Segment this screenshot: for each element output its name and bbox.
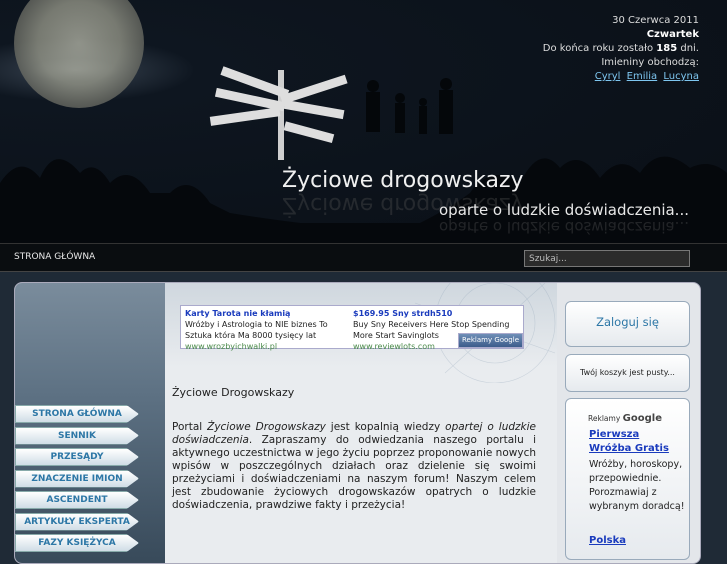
site-subtitle: oparte o ludzkie doświadczenia... (439, 201, 689, 219)
portal-name: Życiowe Drogowskazy (207, 421, 326, 433)
side-ad-text: Wróżby, horoskopy, przepowiednie. Porozm… (589, 459, 685, 512)
days-left: Do końca roku zostało 185 dni. (542, 43, 699, 54)
site-title: Życiowe drogowskazy (282, 168, 524, 193)
search-input[interactable] (524, 250, 690, 267)
top-ad-2-link[interactable]: $169.95 Sny strdh510 (353, 308, 519, 319)
side-menu: STRONA GŁÓWNA SENNIK PRZESĄDY ZNACZENIE … (15, 405, 139, 556)
cart-status: Twój koszyk jest pusty... (565, 354, 690, 392)
nameday-link-cyryl[interactable]: Cyryl (595, 71, 621, 82)
top-ad-1-url: www.wrozbyichwalki.pl (185, 342, 278, 351)
top-ad-banner: Karty Tarota nie kłamią Wróżby i Astrolo… (180, 305, 524, 352)
site-subtitle-reflection: oparte o ludzkie doświadczenia... (439, 218, 689, 236)
side-google-ad: Reklamy Google Pierwsza Wróżba Gratis Wr… (565, 398, 690, 560)
nameday-list: Cyryl Emilia Lucyna (543, 70, 699, 84)
login-button[interactable]: Zaloguj się (565, 301, 690, 347)
top-ad-1-text: Wróżby i Astrologia to NIE biznes To Szt… (185, 320, 328, 340)
content-heading: Życiowe Drogowskazy (172, 386, 295, 399)
nameday-link-lucyna[interactable]: Lucyna (663, 71, 699, 82)
menu-item-ascendant[interactable]: ASCENDENT (15, 491, 139, 509)
family-silhouette (366, 78, 453, 134)
menu-item-dream-book[interactable]: SENNIK (15, 426, 139, 445)
side-ad-link[interactable]: Pierwsza Wróżba Gratis (589, 428, 679, 456)
signpost-illustration (209, 66, 348, 160)
menu-item-home[interactable]: STRONA GŁÓWNA (15, 405, 139, 423)
nameday-link-emilia[interactable]: Emilia (627, 71, 658, 82)
moon-image (14, 0, 144, 108)
top-ad-1-link[interactable]: Karty Tarota nie kłamią (185, 308, 351, 319)
date-info: 30 Czerwca 2011 Czwartek Do końca roku z… (543, 14, 699, 84)
header-banner: 30 Czerwca 2011 Czwartek Do końca roku z… (0, 0, 727, 243)
weekday-text: Czwartek (646, 29, 699, 40)
menu-item-moon-phases[interactable]: FAZY KSIĘŻYCA (15, 534, 139, 552)
menu-item-name-meaning[interactable]: ZNACZENIE IMION (15, 469, 139, 488)
top-navbar: STRONA GŁÓWNA (0, 243, 727, 272)
top-ad-1: Karty Tarota nie kłamią Wróżby i Astrolo… (185, 308, 351, 352)
content-paragraph: Portal Życiowe Drogowskazy jest kopalnią… (172, 421, 537, 511)
ads-by-google-badge[interactable]: Reklamy Google (457, 333, 523, 348)
side-ad-link-2[interactable]: Polska (589, 535, 626, 546)
google-ads-label: Reklamy Google (588, 413, 662, 424)
nameday-label: Imieniny obchodzą: (601, 57, 699, 68)
menu-item-superstitions[interactable]: PRZESĄDY (15, 448, 139, 466)
menu-item-expert-articles[interactable]: ARTYKUŁY EKSPERTA (15, 512, 139, 531)
date-text: 30 Czerwca 2011 (612, 15, 699, 26)
nav-home-link[interactable]: STRONA GŁÓWNA (14, 252, 95, 262)
